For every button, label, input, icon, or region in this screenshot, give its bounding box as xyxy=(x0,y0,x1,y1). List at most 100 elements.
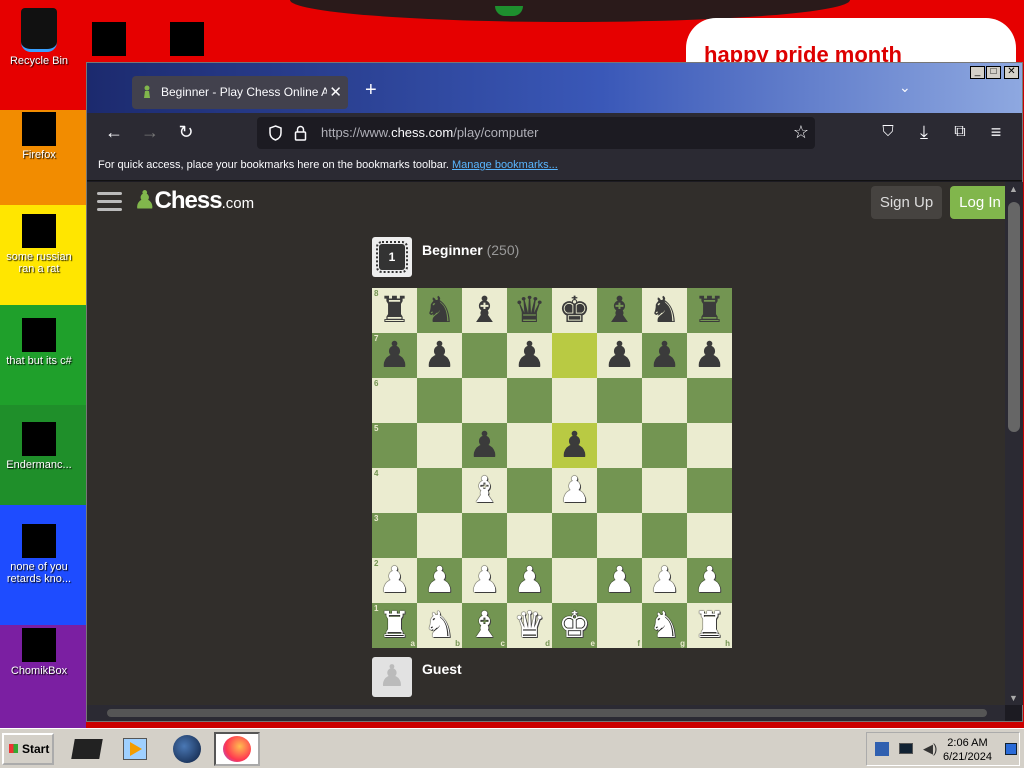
square-e6[interactable] xyxy=(552,378,597,423)
maximize-button[interactable]: □ xyxy=(986,66,1001,79)
opponent-name[interactable]: Beginner (250) xyxy=(422,242,519,258)
white-king-icon[interactable]: ♚ xyxy=(552,603,597,648)
square-d6[interactable] xyxy=(507,378,552,423)
bookmark-star-icon[interactable]: ☆ xyxy=(793,122,809,143)
desktop-icon-chomikbox[interactable]: ChomikBox xyxy=(0,628,78,677)
taskbar-firefox-button[interactable] xyxy=(214,732,260,766)
square-a4[interactable]: 4 xyxy=(372,468,417,513)
black-pawn-icon[interactable]: ♟ xyxy=(372,333,417,378)
black-knight-icon[interactable]: ♞ xyxy=(642,288,687,333)
square-c5[interactable]: ♟ xyxy=(462,423,507,468)
square-b5[interactable] xyxy=(417,423,462,468)
desktop-icon-recycle-bin[interactable]: Recycle Bin xyxy=(0,8,78,67)
square-c6[interactable] xyxy=(462,378,507,423)
black-bishop-icon[interactable]: ♝ xyxy=(462,288,507,333)
square-g5[interactable] xyxy=(642,423,687,468)
clock[interactable]: 2:06 AM 6/21/2024 xyxy=(943,736,992,764)
black-king-icon[interactable]: ♚ xyxy=(552,288,597,333)
taskbar-terminal-icon[interactable] xyxy=(70,733,104,765)
white-queen-icon[interactable]: ♛ xyxy=(507,603,552,648)
desktop-icon-firefox[interactable]: Firefox xyxy=(0,112,78,161)
square-c1[interactable]: c ♝ xyxy=(462,603,507,648)
square-d8[interactable]: ♛ xyxy=(507,288,552,333)
vertical-scroll-thumb[interactable] xyxy=(1008,202,1020,432)
square-b3[interactable] xyxy=(417,513,462,558)
scroll-up-icon[interactable]: ▲ xyxy=(1009,184,1018,194)
white-bishop-icon[interactable]: ♝ xyxy=(462,603,507,648)
back-arrow-icon[interactable]: ← xyxy=(103,121,125,143)
black-pawn-icon[interactable]: ♟ xyxy=(552,423,597,468)
white-pawn-icon[interactable]: ♟ xyxy=(462,558,507,603)
sign-up-button[interactable]: Sign Up xyxy=(871,186,942,219)
square-e2[interactable] xyxy=(552,558,597,603)
square-d7[interactable]: ♟ xyxy=(507,333,552,378)
square-b4[interactable] xyxy=(417,468,462,513)
square-f1[interactable]: f xyxy=(597,603,642,648)
desktop-icon-csharp[interactable]: that but its c# xyxy=(0,318,78,367)
square-h3[interactable] xyxy=(687,513,732,558)
player-name[interactable]: Guest xyxy=(422,661,462,677)
square-h8[interactable]: ♜ xyxy=(687,288,732,333)
black-pawn-icon[interactable]: ♟ xyxy=(597,333,642,378)
square-g3[interactable] xyxy=(642,513,687,558)
square-a8[interactable]: 8 ♜ xyxy=(372,288,417,333)
square-b8[interactable]: ♞ xyxy=(417,288,462,333)
square-a7[interactable]: 7 ♟ xyxy=(372,333,417,378)
square-h2[interactable]: ♟ xyxy=(687,558,732,603)
square-c8[interactable]: ♝ xyxy=(462,288,507,333)
desktop-icon-none-of-you[interactable]: none of you retards kno... xyxy=(0,524,78,585)
player-avatar[interactable]: ♟ xyxy=(372,657,412,697)
square-f4[interactable] xyxy=(597,468,642,513)
white-pawn-icon[interactable]: ♟ xyxy=(417,558,462,603)
desktop-icon-rat[interactable]: some russian ran a rat xyxy=(0,214,78,275)
list-all-tabs-chevron-down-icon[interactable]: ⌄ xyxy=(899,79,911,96)
start-button[interactable]: Start xyxy=(2,733,54,765)
square-a2[interactable]: 2 ♟ xyxy=(372,558,417,603)
square-b7[interactable]: ♟ xyxy=(417,333,462,378)
square-a1[interactable]: 1 a ♜ xyxy=(372,603,417,648)
new-tab-button[interactable]: + xyxy=(365,79,377,102)
site-menu-hamburger-icon[interactable] xyxy=(97,192,122,214)
white-bishop-icon[interactable]: ♝ xyxy=(462,468,507,513)
manage-bookmarks-link[interactable]: Manage bookmarks... xyxy=(452,159,558,171)
chess-logo[interactable]: ♟Chess.com xyxy=(134,186,254,215)
white-rook-icon[interactable]: ♜ xyxy=(372,603,417,648)
square-g4[interactable] xyxy=(642,468,687,513)
chess-board[interactable]: 8 ♜ ♞ ♝ ♛ ♚ ♝ ♞ ♜ 7 ♟ ♟ ♟ ♟ ♟ ♟ 6 5 ♟ ♟ 4 ♝ ♟ 3 2 ♟ ♟ ♟ ♟ ♟ ♟ ♟ 1 a ♜ b ♞ c ♝ d… xyxy=(372,288,732,648)
desktop-icon-endermanch[interactable]: Endermanc... xyxy=(0,422,78,471)
close-window-button[interactable]: ✕ xyxy=(1004,66,1019,79)
square-c3[interactable] xyxy=(462,513,507,558)
black-rook-icon[interactable]: ♜ xyxy=(372,288,417,333)
horizontal-scroll-thumb[interactable] xyxy=(107,709,987,717)
square-c7[interactable] xyxy=(462,333,507,378)
square-e5[interactable]: ♟ xyxy=(552,423,597,468)
square-c2[interactable]: ♟ xyxy=(462,558,507,603)
square-d1[interactable]: d ♛ xyxy=(507,603,552,648)
desktop-icon-censored[interactable] xyxy=(92,22,126,56)
square-g8[interactable]: ♞ xyxy=(642,288,687,333)
shield-icon[interactable] xyxy=(268,125,283,141)
square-h5[interactable] xyxy=(687,423,732,468)
white-pawn-icon[interactable]: ♟ xyxy=(642,558,687,603)
white-pawn-icon[interactable]: ♟ xyxy=(552,468,597,513)
square-a3[interactable]: 3 xyxy=(372,513,417,558)
close-tab-icon[interactable]: ✕ xyxy=(329,83,342,101)
square-d4[interactable] xyxy=(507,468,552,513)
square-d5[interactable] xyxy=(507,423,552,468)
square-g6[interactable] xyxy=(642,378,687,423)
url-text[interactable]: https://www.chess.com/play/computer xyxy=(321,125,538,140)
reload-icon[interactable]: ↻ xyxy=(175,121,197,143)
square-a5[interactable]: 5 xyxy=(372,423,417,468)
square-g7[interactable]: ♟ xyxy=(642,333,687,378)
square-g2[interactable]: ♟ xyxy=(642,558,687,603)
white-rook-icon[interactable]: ♜ xyxy=(687,603,732,648)
square-c4[interactable]: ♝ xyxy=(462,468,507,513)
taskbar-globe-icon[interactable] xyxy=(170,733,204,765)
black-knight-icon[interactable]: ♞ xyxy=(417,288,462,333)
black-pawn-icon[interactable]: ♟ xyxy=(687,333,732,378)
square-e7[interactable] xyxy=(552,333,597,378)
notification-tray-icon[interactable] xyxy=(1005,743,1017,755)
square-e1[interactable]: e ♚ xyxy=(552,603,597,648)
network-tray-icon[interactable] xyxy=(875,742,889,756)
black-pawn-icon[interactable]: ♟ xyxy=(462,423,507,468)
